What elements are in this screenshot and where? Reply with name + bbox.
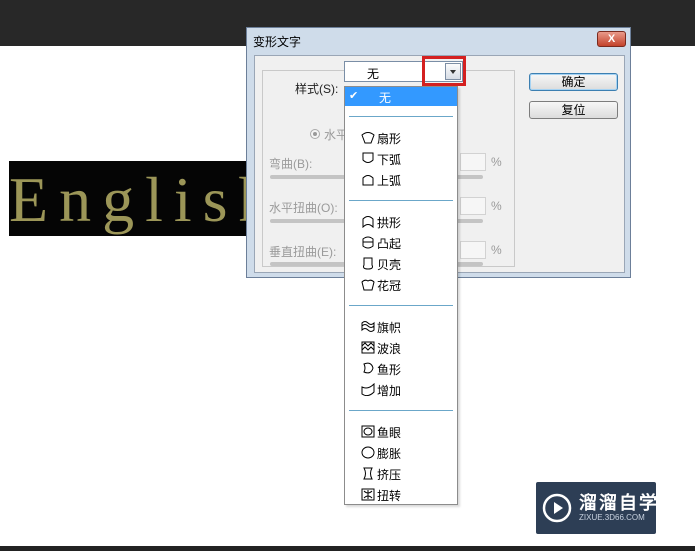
dialog-title-bar[interactable]: 变形文字 X <box>247 28 630 52</box>
play-logo-icon <box>542 493 572 523</box>
dropdown-item-arc-upper[interactable]: 上弧 <box>345 170 457 189</box>
flag-icon <box>361 321 375 332</box>
separator <box>349 200 453 201</box>
dropdown-item-bulge[interactable]: 凸起 <box>345 233 457 252</box>
inflate-icon <box>361 446 375 459</box>
dropdown-item-label: 旗帜 <box>377 321 402 335</box>
dropdown-item-fisheye[interactable]: 鱼眼 <box>345 422 457 441</box>
dropdown-item-none[interactable]: ✔ 无 <box>345 87 457 106</box>
v-distortion-input[interactable] <box>460 241 486 259</box>
fisheye-icon <box>361 425 375 438</box>
separator <box>349 410 453 411</box>
v-distortion-percent: % <box>491 243 502 257</box>
dropdown-item-label: 上弧 <box>377 174 402 188</box>
watermark-title: 溜溜自学 <box>579 493 659 513</box>
horizontal-radio[interactable] <box>310 129 320 139</box>
fish-icon <box>363 362 374 374</box>
dropdown-item-label: 花冠 <box>377 279 402 293</box>
dropdown-item-label: 膨胀 <box>377 447 402 461</box>
dropdown-item-label: 扇形 <box>377 132 402 146</box>
style-dropdown-list: ✔ 无 扇形 下弧 上弧 拱形 凸起 贝壳 花冠 旗帜 波浪 鱼形 增加 鱼眼 … <box>344 86 458 505</box>
dropdown-item-squeeze[interactable]: 挤压 <box>345 464 457 483</box>
bend-percent: % <box>491 155 502 169</box>
dropdown-item-label: 凸起 <box>377 237 402 251</box>
dropdown-item-fish[interactable]: 鱼形 <box>345 359 457 378</box>
dropdown-item-label: 无 <box>379 91 392 105</box>
dropdown-item-label: 增加 <box>377 384 402 398</box>
dropdown-item-label: 贝壳 <box>377 258 402 272</box>
dropdown-item-label: 拱形 <box>377 216 402 230</box>
dropdown-item-inflate[interactable]: 膨胀 <box>345 443 457 462</box>
arc-icon <box>361 132 375 144</box>
dropdown-item-rise[interactable]: 增加 <box>345 380 457 399</box>
check-icon: ✔ <box>349 90 359 102</box>
dropdown-item-flower[interactable]: 花冠 <box>345 275 457 294</box>
shell-icon <box>363 257 373 270</box>
watermark-url: ZIXUE.3D66.COM <box>579 513 645 522</box>
separator <box>349 305 453 306</box>
dropdown-item-label: 扭转 <box>377 489 402 503</box>
bend-input[interactable] <box>460 153 486 171</box>
rise-icon <box>361 383 375 396</box>
flower-icon <box>361 279 375 291</box>
v-distortion-label: 垂直扭曲(E): <box>269 245 337 259</box>
arc-upper-icon <box>362 175 374 186</box>
h-distortion-percent: % <box>491 199 502 213</box>
dropdown-item-twist[interactable]: 扭转 <box>345 485 457 504</box>
arch-icon <box>362 216 374 228</box>
separator <box>349 116 453 117</box>
squeeze-icon <box>363 467 373 480</box>
app-bottom-bar <box>0 546 695 551</box>
bulge-icon <box>362 236 374 249</box>
style-select-value: 无 <box>367 67 380 81</box>
bend-label: 弯曲(B): <box>269 157 313 171</box>
h-distortion-input[interactable] <box>460 197 486 215</box>
dropdown-item-arc[interactable]: 扇形 <box>345 128 457 147</box>
style-label: 样式(S): <box>295 82 339 96</box>
dropdown-item-wave[interactable]: 波浪 <box>345 338 457 357</box>
dropdown-item-label: 波浪 <box>377 342 402 356</box>
twist-icon <box>361 488 375 501</box>
dropdown-item-label: 挤压 <box>377 468 402 482</box>
ok-button[interactable]: 确定 <box>529 73 618 91</box>
canvas-text-layer: English <box>9 161 249 236</box>
dropdown-item-shell[interactable]: 贝壳 <box>345 254 457 273</box>
dialog-title: 变形文字 <box>253 35 302 49</box>
wave-icon <box>361 341 375 354</box>
dropdown-item-arc-lower[interactable]: 下弧 <box>345 149 457 168</box>
reset-button[interactable]: 复位 <box>529 101 618 119</box>
dropdown-item-flag[interactable]: 旗帜 <box>345 317 457 336</box>
highlight-box <box>422 56 466 86</box>
dropdown-item-label: 鱼形 <box>377 363 402 377</box>
dropdown-item-label: 下弧 <box>377 153 402 167</box>
h-distortion-label: 水平扭曲(O): <box>269 201 338 215</box>
watermark-badge: 溜溜自学 ZIXUE.3D66.COM <box>536 482 659 534</box>
canvas-text: English <box>9 164 249 235</box>
close-button[interactable]: X <box>597 31 626 47</box>
dropdown-item-label: 鱼眼 <box>377 426 402 440</box>
arc-lower-icon <box>362 152 374 163</box>
dropdown-item-arch[interactable]: 拱形 <box>345 212 457 231</box>
